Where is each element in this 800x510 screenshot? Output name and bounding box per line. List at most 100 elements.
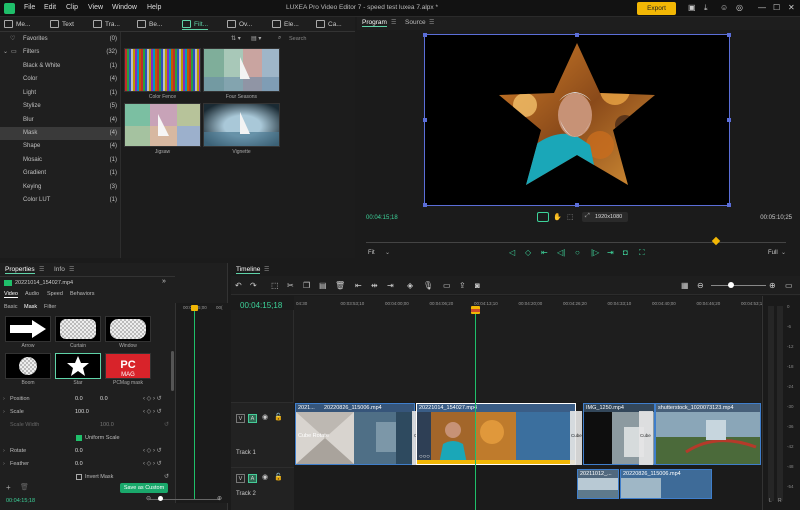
preview-scrubber[interactable] [366, 242, 786, 243]
timeline-zoom-slider[interactable] [711, 285, 766, 286]
step-forward-icon[interactable]: |▷ [591, 248, 599, 257]
mask-curtain[interactable] [55, 316, 101, 342]
filter-thumb-jigsaw[interactable] [124, 103, 201, 147]
filter-thumb-vignette[interactable] [203, 103, 280, 147]
volume-icon[interactable]: ◁ [509, 248, 515, 257]
menu-icon[interactable]: ☰ [39, 266, 44, 273]
hide-icon[interactable]: ◎ [736, 3, 743, 12]
tab-source[interactable]: Source [405, 19, 426, 26]
screen-icon[interactable]: ▭ [443, 281, 451, 290]
prop-value[interactable]: 100.0 [100, 422, 114, 428]
redo-icon[interactable]: ↷ [250, 281, 257, 290]
category-mask[interactable]: Mask (4) [0, 127, 121, 141]
menu-icon[interactable]: ☰ [69, 266, 74, 273]
add-icon[interactable]: + [6, 483, 11, 492]
tab-media[interactable]: Me... [4, 19, 30, 30]
prop-value[interactable]: 100.0 [75, 409, 89, 415]
scrollbar[interactable] [171, 351, 174, 391]
keyframe-icon[interactable]: ○○○ [419, 454, 430, 460]
menu-icon[interactable]: ☰ [391, 19, 396, 26]
chevron-right-icon[interactable]: › [3, 409, 5, 415]
maximize-icon[interactable]: ☐ [773, 3, 780, 12]
delete-icon[interactable]: 🗑 [20, 483, 29, 491]
frame-icon[interactable]: ⬚ [567, 213, 574, 221]
resize-handle[interactable] [575, 33, 579, 37]
mic-icon[interactable]: 🎙 [423, 281, 433, 290]
zoom-out-icon[interactable]: ⊖ [697, 281, 704, 290]
resize-handle[interactable] [575, 203, 579, 207]
keyframe-controls[interactable]: ‹ ◇ › ↺ [143, 395, 162, 402]
tab-filters[interactable]: Filt... [182, 19, 209, 30]
preview-canvas[interactable] [423, 33, 731, 207]
minimize-icon[interactable]: — [758, 3, 766, 12]
eye-icon[interactable]: ◉ [262, 413, 268, 421]
reset-icon[interactable]: ↺ [164, 421, 169, 428]
hand-icon[interactable]: ✋ [553, 213, 562, 221]
cut-icon[interactable]: ✂ [287, 281, 294, 290]
resize-handle[interactable] [727, 33, 731, 37]
fit-select[interactable]: Fit [368, 250, 375, 256]
timeline-clip[interactable]: 20220826_115006.mp4 [620, 469, 712, 499]
tab-properties[interactable]: Properties [5, 266, 35, 274]
resize-handle[interactable] [423, 118, 427, 122]
filter-thumb-color-fence[interactable] [124, 48, 201, 92]
reset-icon[interactable]: ↺ [164, 473, 169, 480]
menu-window[interactable]: Window [112, 4, 137, 11]
fit-timeline-icon[interactable]: ▭ [785, 281, 793, 290]
keyframe-controls[interactable]: ‹ ◇ › ↺ [143, 408, 162, 415]
keyframe-timeline[interactable]: 00:04:15;00 00( [175, 303, 228, 503]
prop-value-y[interactable]: 0.0 [100, 396, 108, 402]
fullscreen-icon[interactable]: ⛶ [639, 248, 645, 258]
menu-file[interactable]: File [24, 4, 35, 11]
chevron-right-icon[interactable]: › [3, 461, 5, 467]
snapshot-icon[interactable]: ◘ [623, 248, 628, 257]
timeline-clip-selected[interactable]: 20221014_154027.mp4 ○○○ [416, 403, 576, 465]
category-color-lut[interactable]: Color LUT (1) [0, 194, 121, 207]
mask-pcmag[interactable]: PC MAG [105, 353, 151, 379]
marker-icon[interactable]: ◈ [407, 281, 413, 290]
tab-elements[interactable]: Ele... [272, 19, 299, 30]
timeline-clip[interactable]: 2021... 20220826_115006.mp4 Cube Rotate [295, 403, 415, 465]
paste-icon[interactable]: ▤ [319, 281, 327, 290]
timeline-clip[interactable]: shutterstock_1020073123.mp4 [655, 403, 761, 465]
transition-block[interactable]: Cube [639, 411, 653, 465]
tab-behaviors[interactable]: Be... [137, 19, 162, 30]
export-frame-icon[interactable]: ⇪ [459, 281, 466, 290]
tab-captions[interactable]: Ca... [316, 19, 342, 30]
grid-view-icon[interactable]: ▤ ▾ [251, 35, 261, 42]
timeline-clip[interactable]: 20211012_... [577, 469, 619, 499]
empty-track-area[interactable] [294, 310, 761, 402]
resize-handle[interactable] [423, 203, 427, 207]
zoom-in-icon[interactable]: ⊕ [769, 281, 776, 290]
category-shape[interactable]: Shape (4) [0, 140, 121, 153]
category-light[interactable]: Light (1) [0, 87, 121, 100]
marker-icon[interactable]: ◇ [525, 248, 531, 257]
resize-handle[interactable] [727, 203, 731, 207]
menu-edit[interactable]: Edit [44, 4, 56, 11]
trim-end-icon[interactable]: ⇥ [387, 281, 394, 290]
category-keying[interactable]: Keying (3) [0, 181, 121, 194]
menu-help[interactable]: Help [147, 4, 161, 11]
keyframe-controls[interactable]: ‹ ◇ › ↺ [143, 460, 162, 467]
mask-window[interactable] [105, 316, 151, 342]
save-as-custom-button[interactable]: Save as Custom [120, 483, 168, 493]
tab-transitions[interactable]: Tra... [93, 19, 120, 30]
zoom-slider-thumb[interactable] [158, 496, 163, 501]
prev-clip-icon[interactable]: ⇤ [541, 248, 548, 257]
eye-icon[interactable]: ◉ [262, 473, 268, 481]
zoom-out-icon[interactable]: ⊖ [146, 495, 151, 502]
category-black-white[interactable]: Black & White (1) [0, 60, 121, 73]
sort-icon[interactable]: ⇅ ▾ [231, 35, 241, 42]
copy-icon[interactable]: ❐ [303, 281, 310, 290]
subtab-filter[interactable]: Filter [44, 304, 56, 310]
category-favorites[interactable]: ♡ Favorites (0) [0, 33, 121, 46]
timeline-zoom-thumb[interactable] [728, 282, 734, 288]
chevron-right-icon[interactable]: › [3, 396, 5, 402]
track-audio-toggle[interactable]: A [248, 414, 257, 423]
lock-icon[interactable]: 🔓 [274, 413, 283, 421]
category-gradient[interactable]: Gradient (1) [0, 167, 121, 180]
uniform-scale-checkbox[interactable] [76, 435, 82, 441]
keyframe-controls[interactable]: ‹ ◇ › ↺ [143, 447, 162, 454]
subtab-mask[interactable]: Mask [24, 304, 37, 310]
save-icon[interactable]: ▣ [688, 3, 696, 12]
